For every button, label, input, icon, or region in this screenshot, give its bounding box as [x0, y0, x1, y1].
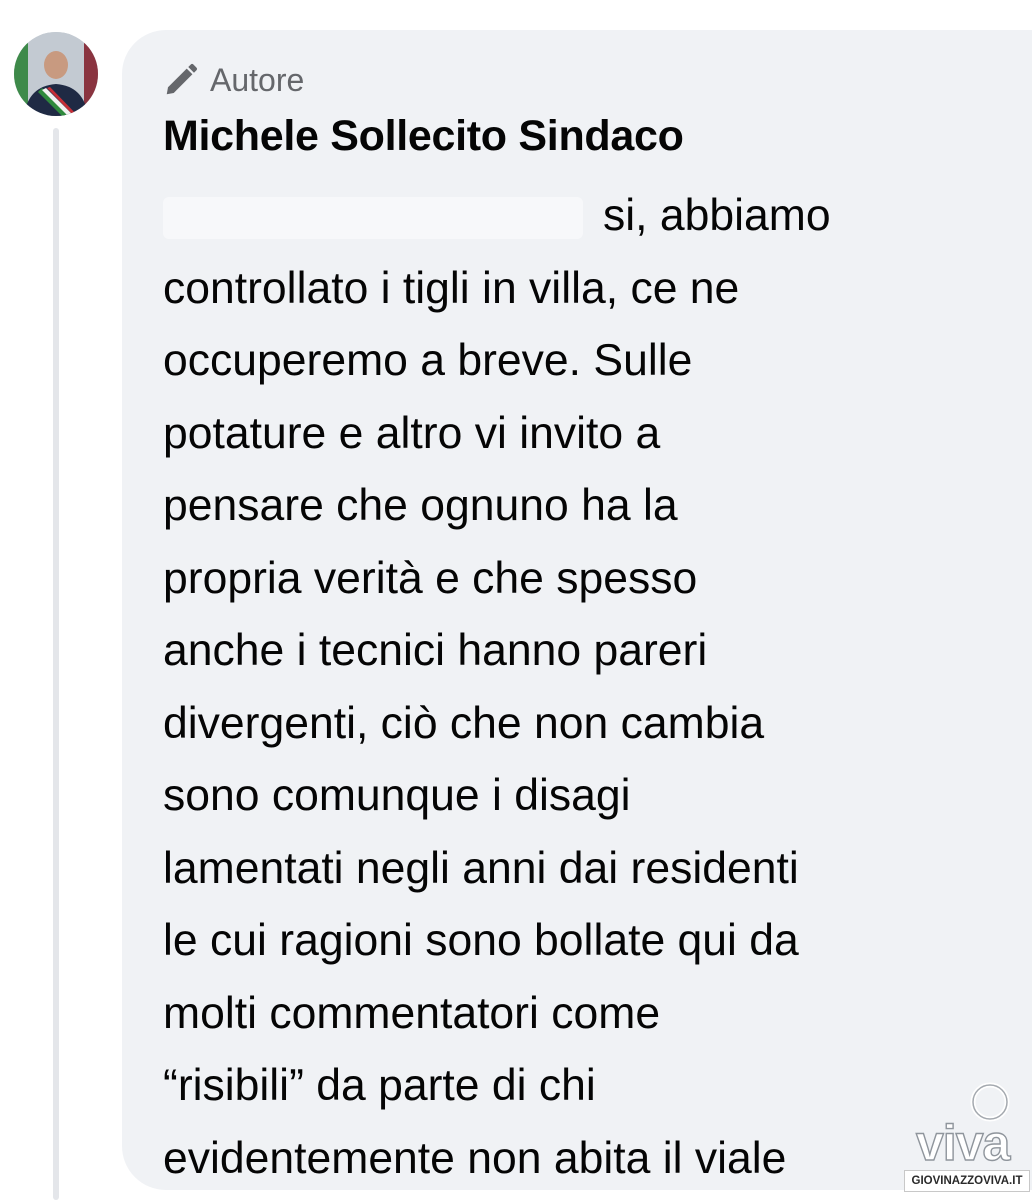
comment-line-text: si, abbiamo [603, 191, 831, 240]
comment-line: controllato i tigli in villa, ce ne [163, 263, 740, 313]
author-badge: Autore [162, 58, 304, 102]
comment-line: sono comunque i disagi [163, 771, 631, 820]
comment-line: occuperemo a breve. Sulle [163, 336, 693, 385]
mention-tag[interactable] [163, 197, 583, 240]
thread-line [53, 128, 59, 1200]
comment-line: propria verità e che spesso [163, 553, 698, 603]
comment-line: lamentati negli anni dai residenti [163, 843, 799, 893]
comment-line: molti commentatori come [163, 988, 661, 1038]
pencil-icon [162, 61, 200, 99]
watermark-source: GIOVINAZZOVIVA.IT [904, 1170, 1030, 1192]
svg-text:viva: viva [916, 1115, 1012, 1170]
author-badge-label: Autore [210, 62, 305, 98]
avatar[interactable] [14, 32, 98, 116]
comment-line: “risibili” da parte di chi [163, 1061, 596, 1110]
author-name[interactable]: Michele Sollecito Sindaco [163, 110, 684, 162]
comment-line: divergenti, ciò che non cambia [163, 698, 765, 748]
comment-body: si, abbiamo controllato i tigli in villa… [163, 180, 993, 1195]
comment-line: si, abbiamo [163, 180, 993, 253]
comment-line: anche i tecnici hanno pareri [163, 626, 708, 675]
watermark-logo: viva [912, 1080, 1024, 1170]
comment-line: pensare che ognuno ha la [163, 481, 678, 530]
comment-line: evidentemente non abita il viale [163, 1133, 787, 1183]
comment-line: potature e altro vi invito a [163, 408, 661, 458]
comment-line: le cui ragioni sono bollate qui da [163, 916, 799, 965]
